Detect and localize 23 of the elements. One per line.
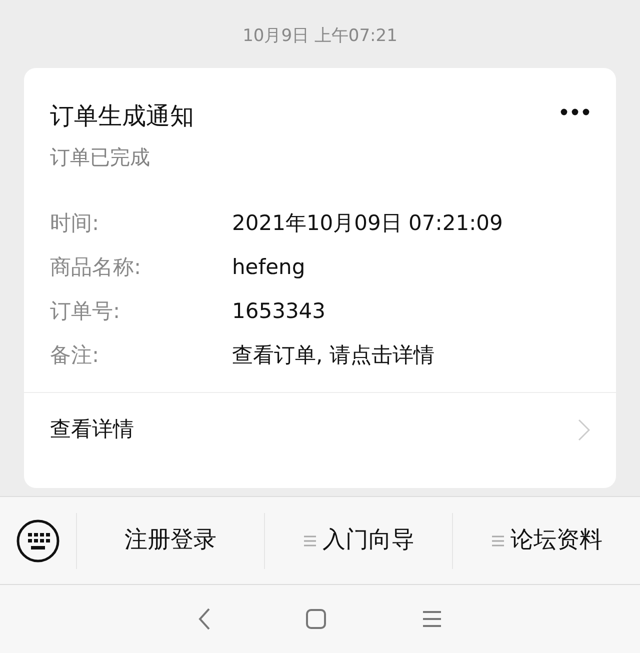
field-label: 时间: bbox=[50, 211, 100, 236]
menu-button[interactable]: 论坛资料 bbox=[452, 512, 640, 568]
keyboard-icon[interactable] bbox=[16, 518, 60, 562]
field-label: 商品名称: bbox=[50, 255, 142, 280]
list-icon bbox=[490, 534, 504, 546]
field-label: 订单号: bbox=[50, 299, 120, 324]
field-value: hefeng bbox=[232, 254, 306, 282]
field-value: 1653343 bbox=[232, 298, 326, 326]
list-icon bbox=[302, 534, 316, 546]
timestamp: 10月9日 上午07:21 bbox=[242, 26, 398, 46]
more-icon[interactable] bbox=[560, 108, 590, 116]
home-icon[interactable] bbox=[304, 608, 327, 630]
menu-button[interactable]: 注册登录 bbox=[76, 512, 264, 568]
field-value: 2021年10月09日 07:21:09 bbox=[232, 210, 503, 238]
back-icon[interactable] bbox=[198, 608, 210, 630]
card-subtitle: 订单已完成 bbox=[50, 145, 150, 169]
card-title: 订单生成通知 bbox=[50, 101, 194, 132]
menu-icon[interactable] bbox=[422, 610, 442, 628]
field-label: 备注: bbox=[50, 343, 100, 368]
detail-link[interactable]: 查看详情 bbox=[50, 414, 134, 446]
menu-button[interactable]: 入门向导 bbox=[264, 512, 452, 568]
chevron-icon bbox=[578, 419, 590, 441]
field-value: 查看订单, 请点击详情 bbox=[232, 342, 434, 370]
